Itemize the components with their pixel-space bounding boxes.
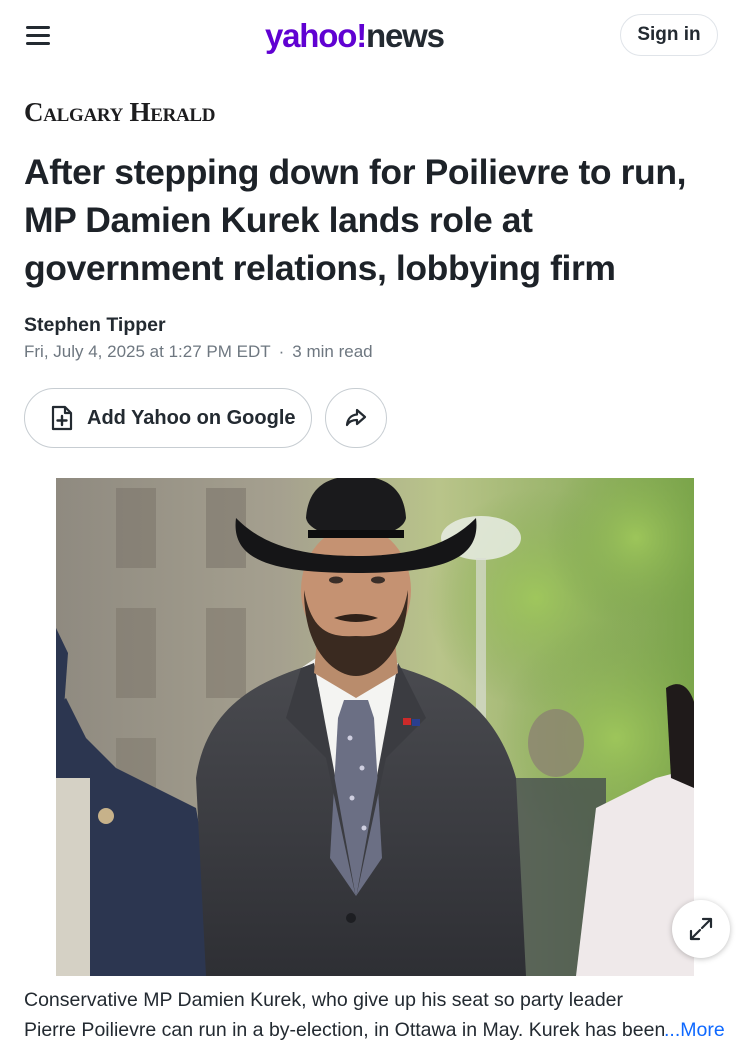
share-button[interactable] bbox=[325, 388, 387, 448]
share-arrow-icon bbox=[345, 408, 367, 427]
article-headline: After stepping down for Poilievre to run… bbox=[24, 152, 687, 288]
sign-in-button[interactable]: Sign in bbox=[620, 14, 718, 56]
caption-line-2-text: Pierre Poilievre can run in a by-electio… bbox=[24, 1019, 664, 1041]
publisher-logo[interactable]: Calgary Herald bbox=[24, 97, 216, 128]
hamburger-icon[interactable] bbox=[26, 24, 52, 46]
logo-yahoo-text: yahoo bbox=[265, 17, 357, 54]
logo-bang-text: ! bbox=[356, 17, 367, 54]
caption-more-link[interactable]: ...More bbox=[664, 1015, 725, 1045]
read-time: 3 min read bbox=[292, 342, 373, 361]
add-yahoo-label: Add Yahoo on Google bbox=[87, 406, 296, 429]
top-nav: yahoo!news Sign in bbox=[0, 0, 750, 72]
photo-caption: Conservative MP Damien Kurek, who give u… bbox=[24, 985, 730, 1045]
add-document-icon bbox=[51, 405, 73, 431]
photo-image bbox=[56, 478, 694, 976]
article-meta: Fri, July 4, 2025 at 1:27 PM EDT · 3 min r… bbox=[24, 342, 373, 362]
publish-date: Fri, July 4, 2025 at 1:27 PM EDT bbox=[24, 342, 271, 361]
expand-arrows-icon bbox=[689, 917, 713, 941]
logo-news-text: news bbox=[365, 17, 445, 54]
meta-separator: · bbox=[278, 342, 285, 361]
add-yahoo-on-google-button[interactable]: Add Yahoo on Google bbox=[24, 388, 312, 448]
article-photo[interactable] bbox=[56, 478, 694, 976]
yahoo-news-logo[interactable]: yahoo!news bbox=[265, 14, 445, 58]
expand-image-button[interactable] bbox=[672, 900, 730, 958]
author-name[interactable]: Stephen Tipper bbox=[24, 314, 166, 337]
caption-line-2: Pierre Poilievre can run in a by-electio… bbox=[24, 1015, 730, 1045]
caption-line-1: Conservative MP Damien Kurek, who give u… bbox=[24, 989, 624, 1011]
